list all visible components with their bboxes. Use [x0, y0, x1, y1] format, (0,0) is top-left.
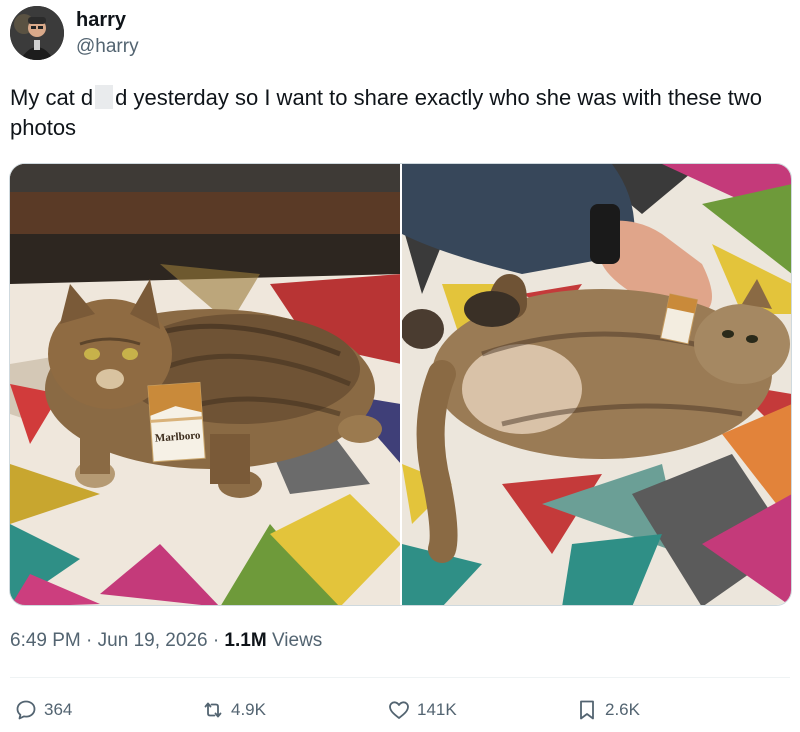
display-name[interactable]: harry — [76, 8, 139, 32]
heart-icon — [389, 701, 409, 719]
avatar-image — [10, 6, 64, 60]
media-grid: Marlboro — [9, 163, 792, 606]
meta-separator: · — [86, 630, 93, 651]
like-button[interactable]: 141K — [387, 698, 457, 722]
tweet-meta: 6:49 PM · Jun 19, 2026 · 1.1M Views — [10, 630, 322, 652]
repost-icon — [204, 702, 222, 718]
tweet-date[interactable]: Jun 19, 2026 — [98, 630, 208, 651]
reply-count: 364 — [44, 700, 73, 719]
bookmark-button[interactable]: 2.6K — [575, 698, 640, 722]
tweet-text-end: d yesterday so I want to share exactly w… — [10, 85, 763, 140]
reply-button[interactable]: 364 — [14, 698, 72, 722]
redaction-block — [95, 85, 114, 109]
tweet-text: My cat dd yesterday so I want to share e… — [10, 83, 790, 143]
reply-icon — [16, 700, 36, 720]
divider — [10, 677, 790, 678]
photo-cat-on-back[interactable] — [402, 164, 791, 605]
bookmark-icon — [580, 700, 594, 720]
tweet-time[interactable]: 6:49 PM — [10, 630, 81, 651]
meta-separator: · — [212, 630, 220, 651]
tweet-text-start: My cat d — [10, 85, 94, 110]
repost-count: 4.9K — [231, 700, 266, 719]
bookmark-count: 2.6K — [605, 700, 640, 719]
views-label: Views — [271, 630, 323, 651]
tweet-header: harry @harry — [10, 6, 139, 60]
avatar[interactable] — [10, 6, 64, 60]
photo-cat-with-cigarettes[interactable]: Marlboro — [10, 164, 400, 605]
repost-button[interactable]: 4.9K — [201, 698, 266, 722]
user-handle[interactable]: @harry — [76, 35, 139, 59]
like-count: 141K — [417, 700, 457, 719]
views-count: 1.1M — [224, 630, 267, 651]
